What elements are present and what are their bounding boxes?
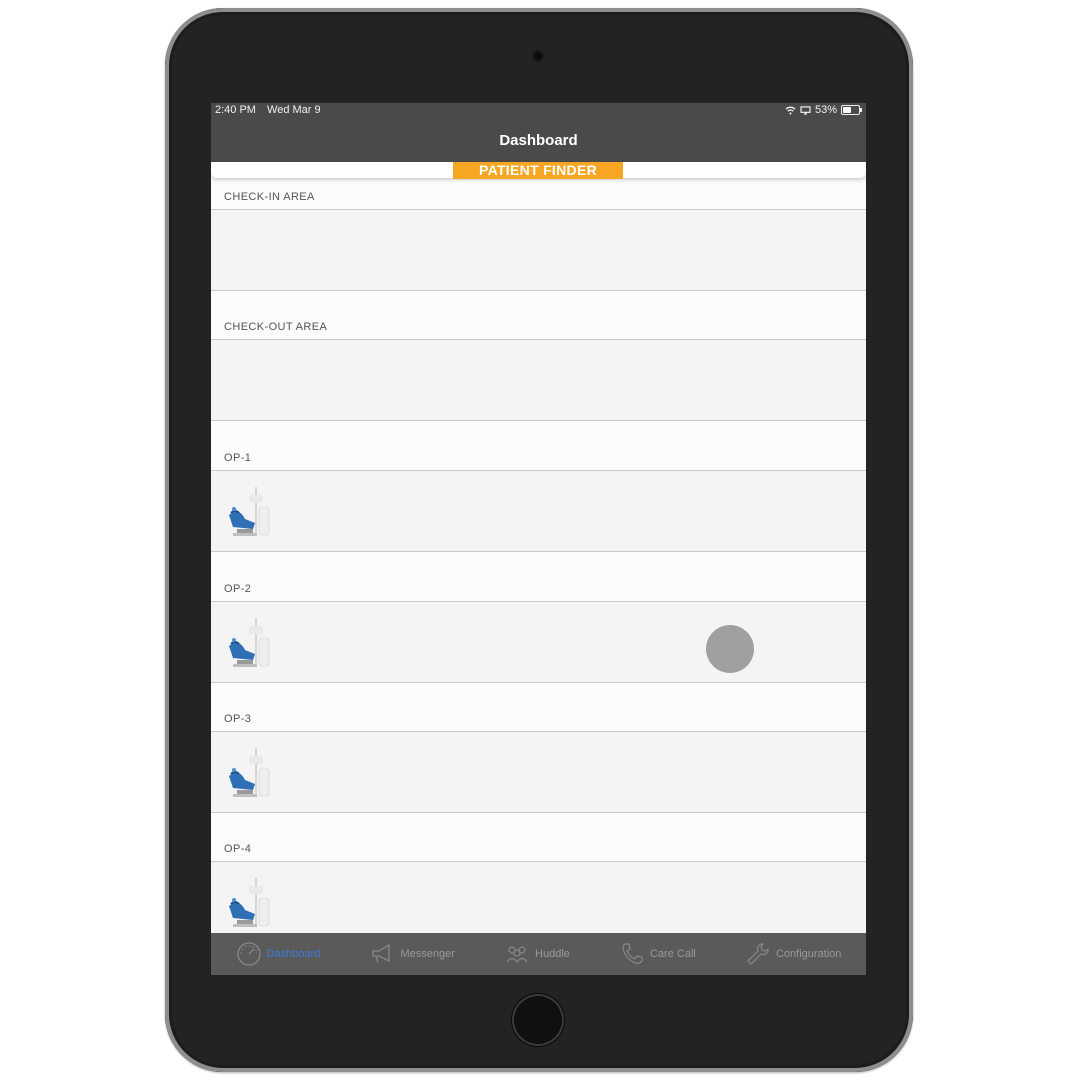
section-label-check-in: CHECK-IN AREA [224, 191, 315, 203]
check-out-row[interactable] [211, 339, 866, 421]
dental-chair-icon [229, 748, 270, 797]
section-label-op-4: OP-4 [224, 843, 252, 855]
tab-dashboard[interactable]: Dashboard [236, 941, 321, 967]
tab-huddle-label: Huddle [535, 948, 570, 960]
tab-huddle[interactable]: Huddle [504, 941, 570, 967]
app-screen: 2:40 PM Wed Mar 9 53% Dashboard PATIENT … [211, 103, 866, 975]
battery-percent: 53% [814, 104, 837, 116]
dental-chair-icon [229, 487, 270, 536]
patient-finder-button[interactable]: PATIENT FINDER [453, 162, 623, 179]
wifi-icon [785, 106, 796, 114]
wrench-icon [747, 943, 769, 965]
battery-icon [841, 105, 862, 115]
section-label-check-out: CHECK-OUT AREA [224, 321, 328, 333]
section-label-op-3: OP-3 [224, 713, 252, 725]
op-2-row[interactable] [211, 601, 866, 683]
dental-chair-icon [229, 618, 270, 667]
tab-messenger[interactable]: Messenger [369, 941, 455, 967]
tab-dashboard-label: Dashboard [266, 948, 321, 960]
tab-care-call[interactable]: Care Call [619, 941, 696, 967]
status-date: Wed Mar 9 [267, 104, 321, 116]
status-bar-left: 2:40 PM Wed Mar 9 [215, 104, 329, 116]
status-bar-right: 53% [785, 104, 862, 116]
check-in-row[interactable] [211, 209, 866, 291]
touch-indicator [706, 625, 754, 673]
group-icon [506, 946, 528, 964]
tab-care-call-label: Care Call [649, 948, 696, 960]
megaphone-icon [372, 943, 391, 964]
navigation-bar: 2:40 PM Wed Mar 9 53% Dashboard [211, 103, 866, 162]
section-label-op-2: OP-2 [224, 583, 252, 595]
tab-messenger-label: Messenger [400, 948, 455, 960]
speedometer-icon [236, 942, 261, 966]
status-time: 2:40 PM [215, 104, 256, 116]
tab-configuration-label: Configuration [775, 948, 842, 960]
screen-mirror-icon [800, 105, 811, 115]
op-1-row[interactable] [211, 470, 866, 552]
section-label-op-1: OP-1 [224, 452, 252, 464]
home-button[interactable] [512, 994, 564, 1046]
tab-bar: Dashboard Messenger Huddle Care Call Con… [211, 933, 866, 975]
op-4-row[interactable] [211, 861, 866, 943]
front-camera [532, 50, 544, 62]
page-title: Dashboard [499, 132, 578, 149]
tab-configuration[interactable]: Configuration [745, 941, 841, 967]
phone-icon [622, 943, 643, 964]
op-3-row[interactable] [211, 731, 866, 813]
dental-chair-icon [229, 878, 270, 927]
